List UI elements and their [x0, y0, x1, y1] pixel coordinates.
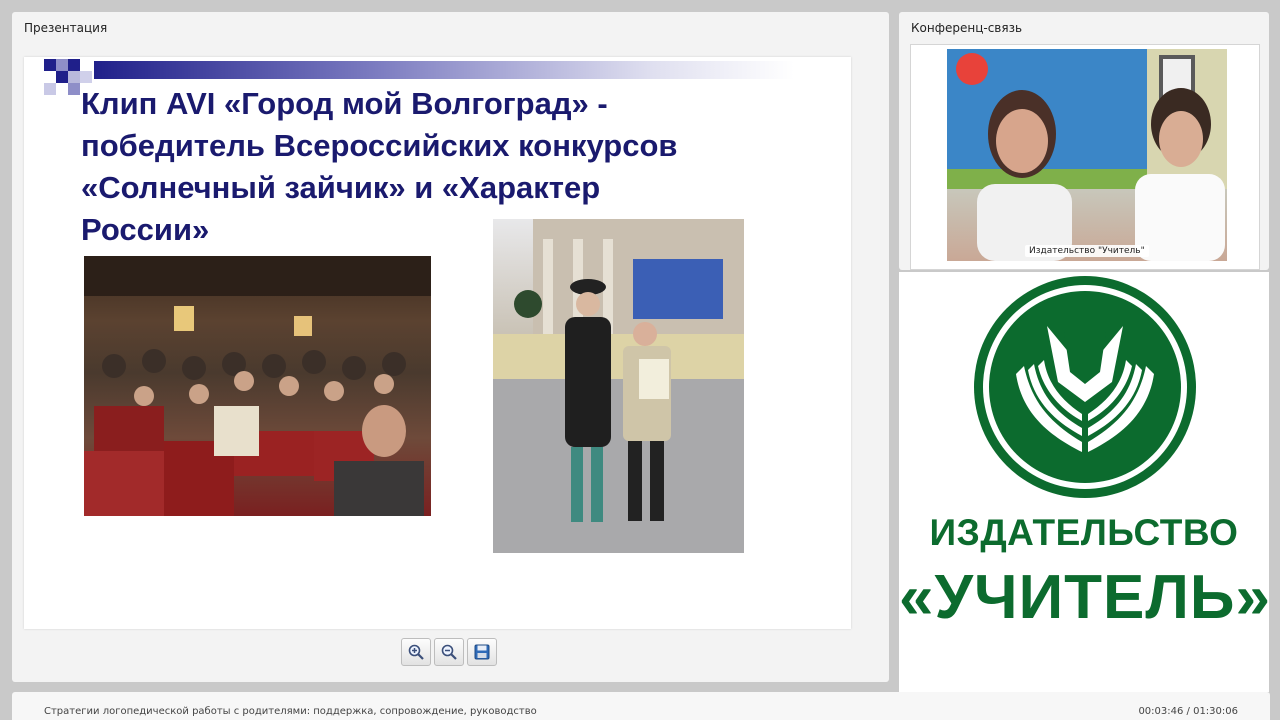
- slide-heading-line: победитель Всероссийских конкурсов: [81, 128, 678, 163]
- video-feed-art: [947, 49, 1227, 261]
- slide: Клип AVI «Город мой Волгоград» - победит…: [24, 57, 851, 629]
- conference-panel-title: Конференц-связь: [911, 21, 1023, 35]
- conference-panel: Конференц-связь Издательство "Учитель": [899, 12, 1269, 270]
- video-feed: Издательство "Учитель": [947, 49, 1227, 261]
- slide-controls: [401, 638, 497, 666]
- presentation-panel: Презентация Клип AVI «Город мой Волгогра…: [12, 12, 889, 682]
- magnifier-plus-icon: [408, 644, 424, 660]
- zoom-out-button[interactable]: [434, 638, 464, 666]
- award-ceremony-photo-art: [493, 219, 744, 553]
- publisher-logo-line2: «УЧИТЕЛЬ»: [899, 563, 1271, 632]
- audience-photo-art: [84, 256, 431, 516]
- video-frame: Издательство "Учитель": [910, 44, 1260, 270]
- publisher-logo-panel: ИЗДАТЕЛЬСТВО «УЧИТЕЛЬ»: [899, 272, 1271, 692]
- decorative-gradient-bar: [94, 61, 794, 79]
- publisher-logo-line1: ИЗДАТЕЛЬСТВО: [929, 512, 1239, 553]
- slide-heading-line: Клип AVI «Город мой Волгоград» -: [81, 86, 608, 121]
- footer-bar: Стратегии логопедической работы с родите…: [12, 692, 1270, 720]
- floppy-disk-icon: [474, 644, 490, 660]
- speaker-name-label: Издательство "Учитель": [1025, 245, 1149, 257]
- presentation-panel-title: Презентация: [24, 21, 108, 35]
- publisher-logo-emblem: [974, 276, 1196, 498]
- slide-heading-line: «Солнечный зайчик» и «Характер: [81, 170, 601, 205]
- playback-time: 00:03:46 / 01:30:06: [1138, 706, 1238, 717]
- magnifier-minus-icon: [441, 644, 457, 660]
- zoom-in-button[interactable]: [401, 638, 431, 666]
- award-ceremony-photo: [493, 219, 744, 553]
- audience-photo: [84, 256, 431, 516]
- webinar-title: Стратегии логопедической работы с родите…: [44, 706, 537, 717]
- save-button[interactable]: [467, 638, 497, 666]
